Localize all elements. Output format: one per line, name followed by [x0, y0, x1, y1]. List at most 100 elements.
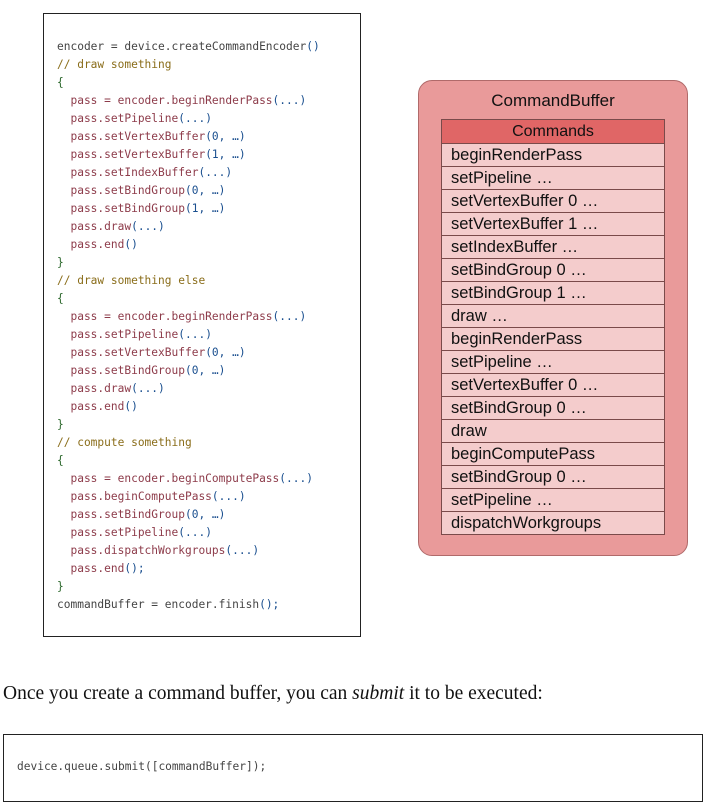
code-token: encoder = device.createCommandEncoder [57, 40, 307, 53]
command-row: setVertexBuffer 0 … [442, 374, 664, 397]
code-token: (...) [131, 220, 165, 233]
code-token: (...) [131, 382, 165, 395]
submit-code-line: device.queue.submit([commandBuffer]); [17, 760, 267, 773]
code-line: pass.setPipeline(...) [57, 326, 320, 344]
code-token: pass.setVertexBuffer [57, 346, 206, 359]
code-line: pass.setPipeline(...) [57, 524, 320, 542]
code-line: pass.dispatchWorkgroups(...) [57, 542, 320, 560]
code-token: pass.end [57, 238, 125, 251]
code-line: pass.setBindGroup(0, …) [57, 506, 320, 524]
code-token: pass.draw [57, 382, 132, 395]
command-row: beginRenderPass [442, 144, 664, 167]
code-line: { [57, 290, 320, 308]
submit-code-block: device.queue.submit([commandBuffer]); [3, 734, 703, 802]
code-token: pass.setBindGroup [57, 184, 185, 197]
code-token: pass.setPipeline [57, 328, 179, 341]
code-token: () [124, 400, 138, 413]
paragraph-text-after: it to be executed: [404, 683, 543, 704]
code-token: pass = encoder.beginRenderPass [57, 94, 273, 107]
code-line: pass.setPipeline(...) [57, 110, 320, 128]
code-token: pass = encoder.beginComputePass [57, 472, 280, 485]
code-line: pass.setBindGroup(1, …) [57, 200, 320, 218]
code-line: pass.end(); [57, 560, 320, 578]
code-token: (...) [211, 490, 246, 503]
code-line: { [57, 452, 320, 470]
code-token: { [57, 454, 64, 467]
code-line: pass.setIndexBuffer(...) [57, 164, 320, 182]
code-token: (1, …) [205, 148, 246, 161]
code-line: pass.draw(...) [57, 380, 320, 398]
code-token: pass = encoder.beginRenderPass [57, 310, 273, 323]
code-token: pass.setPipeline [57, 526, 179, 539]
paragraph-emphasis: submit [352, 683, 405, 704]
command-row: setBindGroup 1 … [442, 282, 664, 305]
code-line: { [57, 74, 320, 92]
command-row: setBindGroup 0 … [442, 466, 664, 489]
code-token: } [57, 256, 64, 269]
command-row: draw … [442, 305, 664, 328]
command-row: setPipeline … [442, 167, 664, 190]
code-token: // compute something [57, 436, 192, 449]
code-token: commandBuffer = encoder.finish [57, 598, 260, 611]
code-line: } [57, 416, 320, 434]
code-token: (1, …) [184, 202, 226, 215]
code-line: commandBuffer = encoder.finish(); [57, 596, 320, 614]
code-token: () [306, 40, 320, 53]
command-row: setBindGroup 0 … [442, 397, 664, 420]
command-row: beginComputePass [442, 443, 664, 466]
command-row: setPipeline … [442, 489, 664, 512]
command-row: draw [442, 420, 664, 443]
code-token: pass.dispatchWorkgroups [57, 544, 226, 557]
code-line: } [57, 254, 320, 272]
paragraph-text-before: Once you create a command buffer, you ca… [3, 683, 353, 704]
code-token: () [124, 238, 138, 251]
code-token: (0, …) [184, 184, 226, 197]
code-lines: encoder = device.createCommandEncoder() /… [57, 38, 320, 614]
code-line: pass.end() [57, 236, 320, 254]
code-line: } [57, 578, 320, 596]
code-token: (0, …) [184, 364, 226, 377]
command-row: beginRenderPass [442, 328, 664, 351]
command-row: setVertexBuffer 0 … [442, 190, 664, 213]
code-token: (...) [178, 328, 212, 341]
code-line: pass.setVertexBuffer(0, …) [57, 128, 320, 146]
body-paragraph: Once you create a command buffer, you ca… [3, 683, 543, 705]
code-line: pass = encoder.beginRenderPass(...) [57, 92, 320, 110]
code-token: pass.setBindGroup [57, 508, 185, 521]
code-line: pass.setVertexBuffer(1, …) [57, 146, 320, 164]
code-token: pass.beginComputePass [57, 490, 212, 503]
code-line: pass.setVertexBuffer(0, …) [57, 344, 320, 362]
code-token: pass.setVertexBuffer [57, 148, 206, 161]
code-line: pass.setBindGroup(0, …) [57, 182, 320, 200]
code-token: (...) [225, 544, 260, 557]
command-row: setPipeline … [442, 351, 664, 374]
code-token: } [57, 580, 64, 593]
code-token: (0, …) [184, 508, 226, 521]
code-token: pass.setIndexBuffer [57, 166, 199, 179]
commands-table: Commands beginRenderPass setPipeline … set… [441, 119, 665, 535]
code-token: (...) [272, 310, 307, 323]
code-line: encoder = device.createCommandEncoder() [57, 38, 320, 56]
code-line: pass.draw(...) [57, 218, 320, 236]
commands-header: Commands [442, 120, 664, 144]
code-line: pass.setBindGroup(0, …) [57, 362, 320, 380]
code-token: pass.setVertexBuffer [57, 130, 206, 143]
code-line: pass = encoder.beginRenderPass(...) [57, 308, 320, 326]
code-line: pass = encoder.beginComputePass(...) [57, 470, 320, 488]
code-example-block: encoder = device.createCommandEncoder() /… [43, 13, 361, 637]
code-line: // draw something [57, 56, 320, 74]
code-token: (...) [198, 166, 233, 179]
command-row: setBindGroup 0 … [442, 259, 664, 282]
code-token: (...) [279, 472, 313, 485]
code-token: { [57, 292, 64, 305]
code-token: // draw something else [57, 274, 206, 287]
code-token: (0, …) [205, 346, 246, 359]
code-token: } [57, 418, 64, 431]
code-line: pass.beginComputePass(...) [57, 488, 320, 506]
code-line: // draw something else [57, 272, 320, 290]
code-token: (0, …) [205, 130, 246, 143]
code-token: pass.draw [57, 220, 132, 233]
code-token: pass.setBindGroup [57, 364, 185, 377]
code-token: pass.setBindGroup [57, 202, 185, 215]
command-row: setVertexBuffer 1 … [442, 213, 664, 236]
